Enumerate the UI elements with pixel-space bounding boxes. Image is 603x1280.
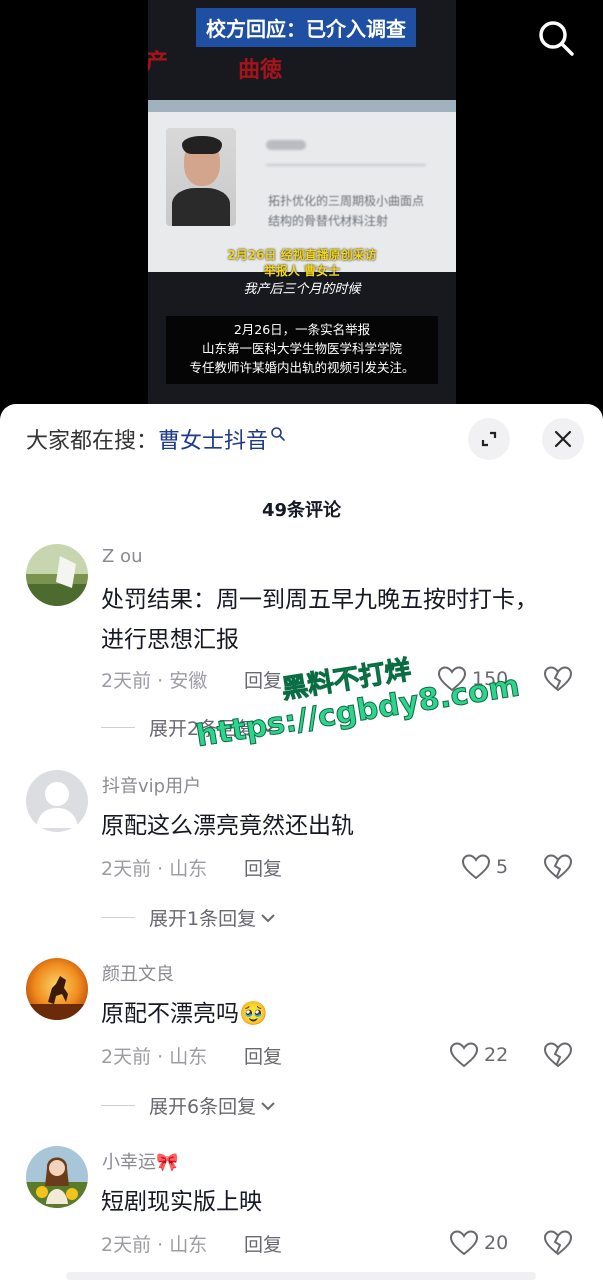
chevron-down-icon xyxy=(261,723,275,732)
video-player[interactable]: 产 曲徳 校方回应：已介入调查 拓扑优化的三周期极小曲面点 结构的骨替代材料注射… xyxy=(0,0,603,420)
avatar[interactable] xyxy=(26,958,88,1020)
like-count: 150 xyxy=(472,668,509,690)
broken-heart-icon xyxy=(543,1042,573,1068)
comment-username[interactable]: Z ou xyxy=(102,546,142,567)
search-button[interactable] xyxy=(536,18,576,58)
comment-meta: 2天前 · 山东 xyxy=(101,858,208,880)
comment-text: 处罚结果：周一到周五早九晚五按时打卡，进行思想汇报 xyxy=(101,587,538,653)
suggestion-label: 大家都在搜： xyxy=(26,429,159,454)
video-subtitle-box: 2月26日，一条实名举报 山东第一医科大学生物医学科学学院 专任教师许某婚内出轨… xyxy=(166,316,438,384)
video-frame: 产 曲徳 校方回应：已介入调查 拓扑优化的三周期极小曲面点 结构的骨替代材料注射… xyxy=(148,0,456,420)
comment-meta: 2天前 · 山东 xyxy=(101,1234,208,1256)
heart-icon xyxy=(450,1042,478,1068)
red-overlay-text-2: 曲徳 xyxy=(238,58,283,83)
reply-button[interactable]: 回复 xyxy=(244,1042,282,1069)
caption-yellow-1: 2月26日 经视直播原创采访 xyxy=(227,248,377,262)
doc-text-line-2: 结构的骨替代材料注射 xyxy=(268,214,389,228)
broken-heart-icon xyxy=(543,854,573,880)
avatar[interactable] xyxy=(26,1146,88,1208)
doc-text-line-1: 拓扑优化的三周期极小曲面点 xyxy=(268,194,425,208)
comment-text: 短剧现实版上映 xyxy=(101,1189,262,1215)
comment-meta: 2天前 · 山东 xyxy=(101,1046,208,1068)
expand-replies[interactable]: 展开6条回复 xyxy=(101,1092,276,1119)
like-button[interactable]: 150 xyxy=(438,666,508,692)
like-button[interactable]: 22 xyxy=(450,1042,508,1068)
heart-icon xyxy=(450,1230,478,1256)
search-suggestion[interactable]: 大家都在搜： 曹女士抖音 xyxy=(26,424,286,454)
like-count: 20 xyxy=(484,1232,509,1254)
dislike-button[interactable] xyxy=(543,854,573,882)
like-count: 22 xyxy=(484,1044,509,1066)
close-panel-button[interactable] xyxy=(542,418,584,460)
like-count: 5 xyxy=(496,856,509,878)
avatar[interactable] xyxy=(26,544,88,606)
comment-username[interactable]: 小幸运🎀 xyxy=(102,1148,178,1174)
chevron-down-icon xyxy=(261,913,275,922)
comment-meta: 2天前 · 安徽 xyxy=(101,670,208,692)
like-button[interactable]: 5 xyxy=(462,854,508,880)
subtitle-line: 2月26日，一条实名举报 xyxy=(233,322,371,337)
caption-white: 我产后三个月的时候 xyxy=(243,282,361,297)
reply-button[interactable]: 回复 xyxy=(244,1230,282,1257)
expand-replies-label: 展开6条回复 xyxy=(149,1096,257,1118)
heart-icon xyxy=(438,666,466,692)
expand-icon xyxy=(481,431,497,447)
comment-text: 原配不漂亮吗🥹 xyxy=(101,1001,268,1027)
close-icon xyxy=(554,430,572,448)
comment-count: 49条评论 xyxy=(261,500,342,521)
comment-text: 原配这么漂亮竟然还出轨 xyxy=(101,813,354,839)
broken-heart-icon xyxy=(543,666,573,692)
broken-heart-icon xyxy=(543,1230,573,1256)
expand-replies-label: 展开2条回复 xyxy=(149,718,257,740)
dislike-button[interactable] xyxy=(543,666,573,694)
like-button[interactable]: 20 xyxy=(450,1230,508,1256)
search-icon xyxy=(271,427,285,441)
comment-panel: 大家都在搜： 曹女士抖音 49条评论 Z ou 处罚结果：周一到周五早九晚五按时… xyxy=(0,404,603,1280)
chevron-down-icon xyxy=(261,1101,275,1110)
expand-panel-button[interactable] xyxy=(468,418,510,460)
blurred-portrait xyxy=(166,128,236,226)
expand-replies[interactable]: 展开1条回复 xyxy=(101,904,276,931)
dislike-button[interactable] xyxy=(543,1230,573,1258)
search-icon xyxy=(539,21,574,56)
heart-icon xyxy=(462,854,490,880)
caption-yellow-2: 举报人 曹女士 xyxy=(263,264,341,278)
video-headline: 校方回应：已介入调查 xyxy=(196,8,416,47)
avatar[interactable] xyxy=(26,770,88,832)
dislike-button[interactable] xyxy=(543,1042,573,1070)
expand-replies-label: 展开1条回复 xyxy=(149,908,257,930)
reply-button[interactable]: 回复 xyxy=(244,854,282,881)
bottom-divider xyxy=(66,1272,536,1280)
suggestion-term-link[interactable]: 曹女士抖音 xyxy=(158,423,268,455)
reply-button[interactable]: 回复 xyxy=(244,666,282,693)
expand-replies[interactable]: 展开2条回复 xyxy=(101,714,276,741)
subtitle-line: 山东第一医科大学生物医学科学学院 xyxy=(201,341,402,356)
subtitle-line: 专任教师许某婚内出轨的视频引发关注。 xyxy=(189,360,415,375)
comment-username[interactable]: 颜丑文良 xyxy=(102,960,174,986)
comment-username[interactable]: 抖音vip用户 xyxy=(102,772,201,798)
red-overlay-text: 产 xyxy=(148,50,169,75)
